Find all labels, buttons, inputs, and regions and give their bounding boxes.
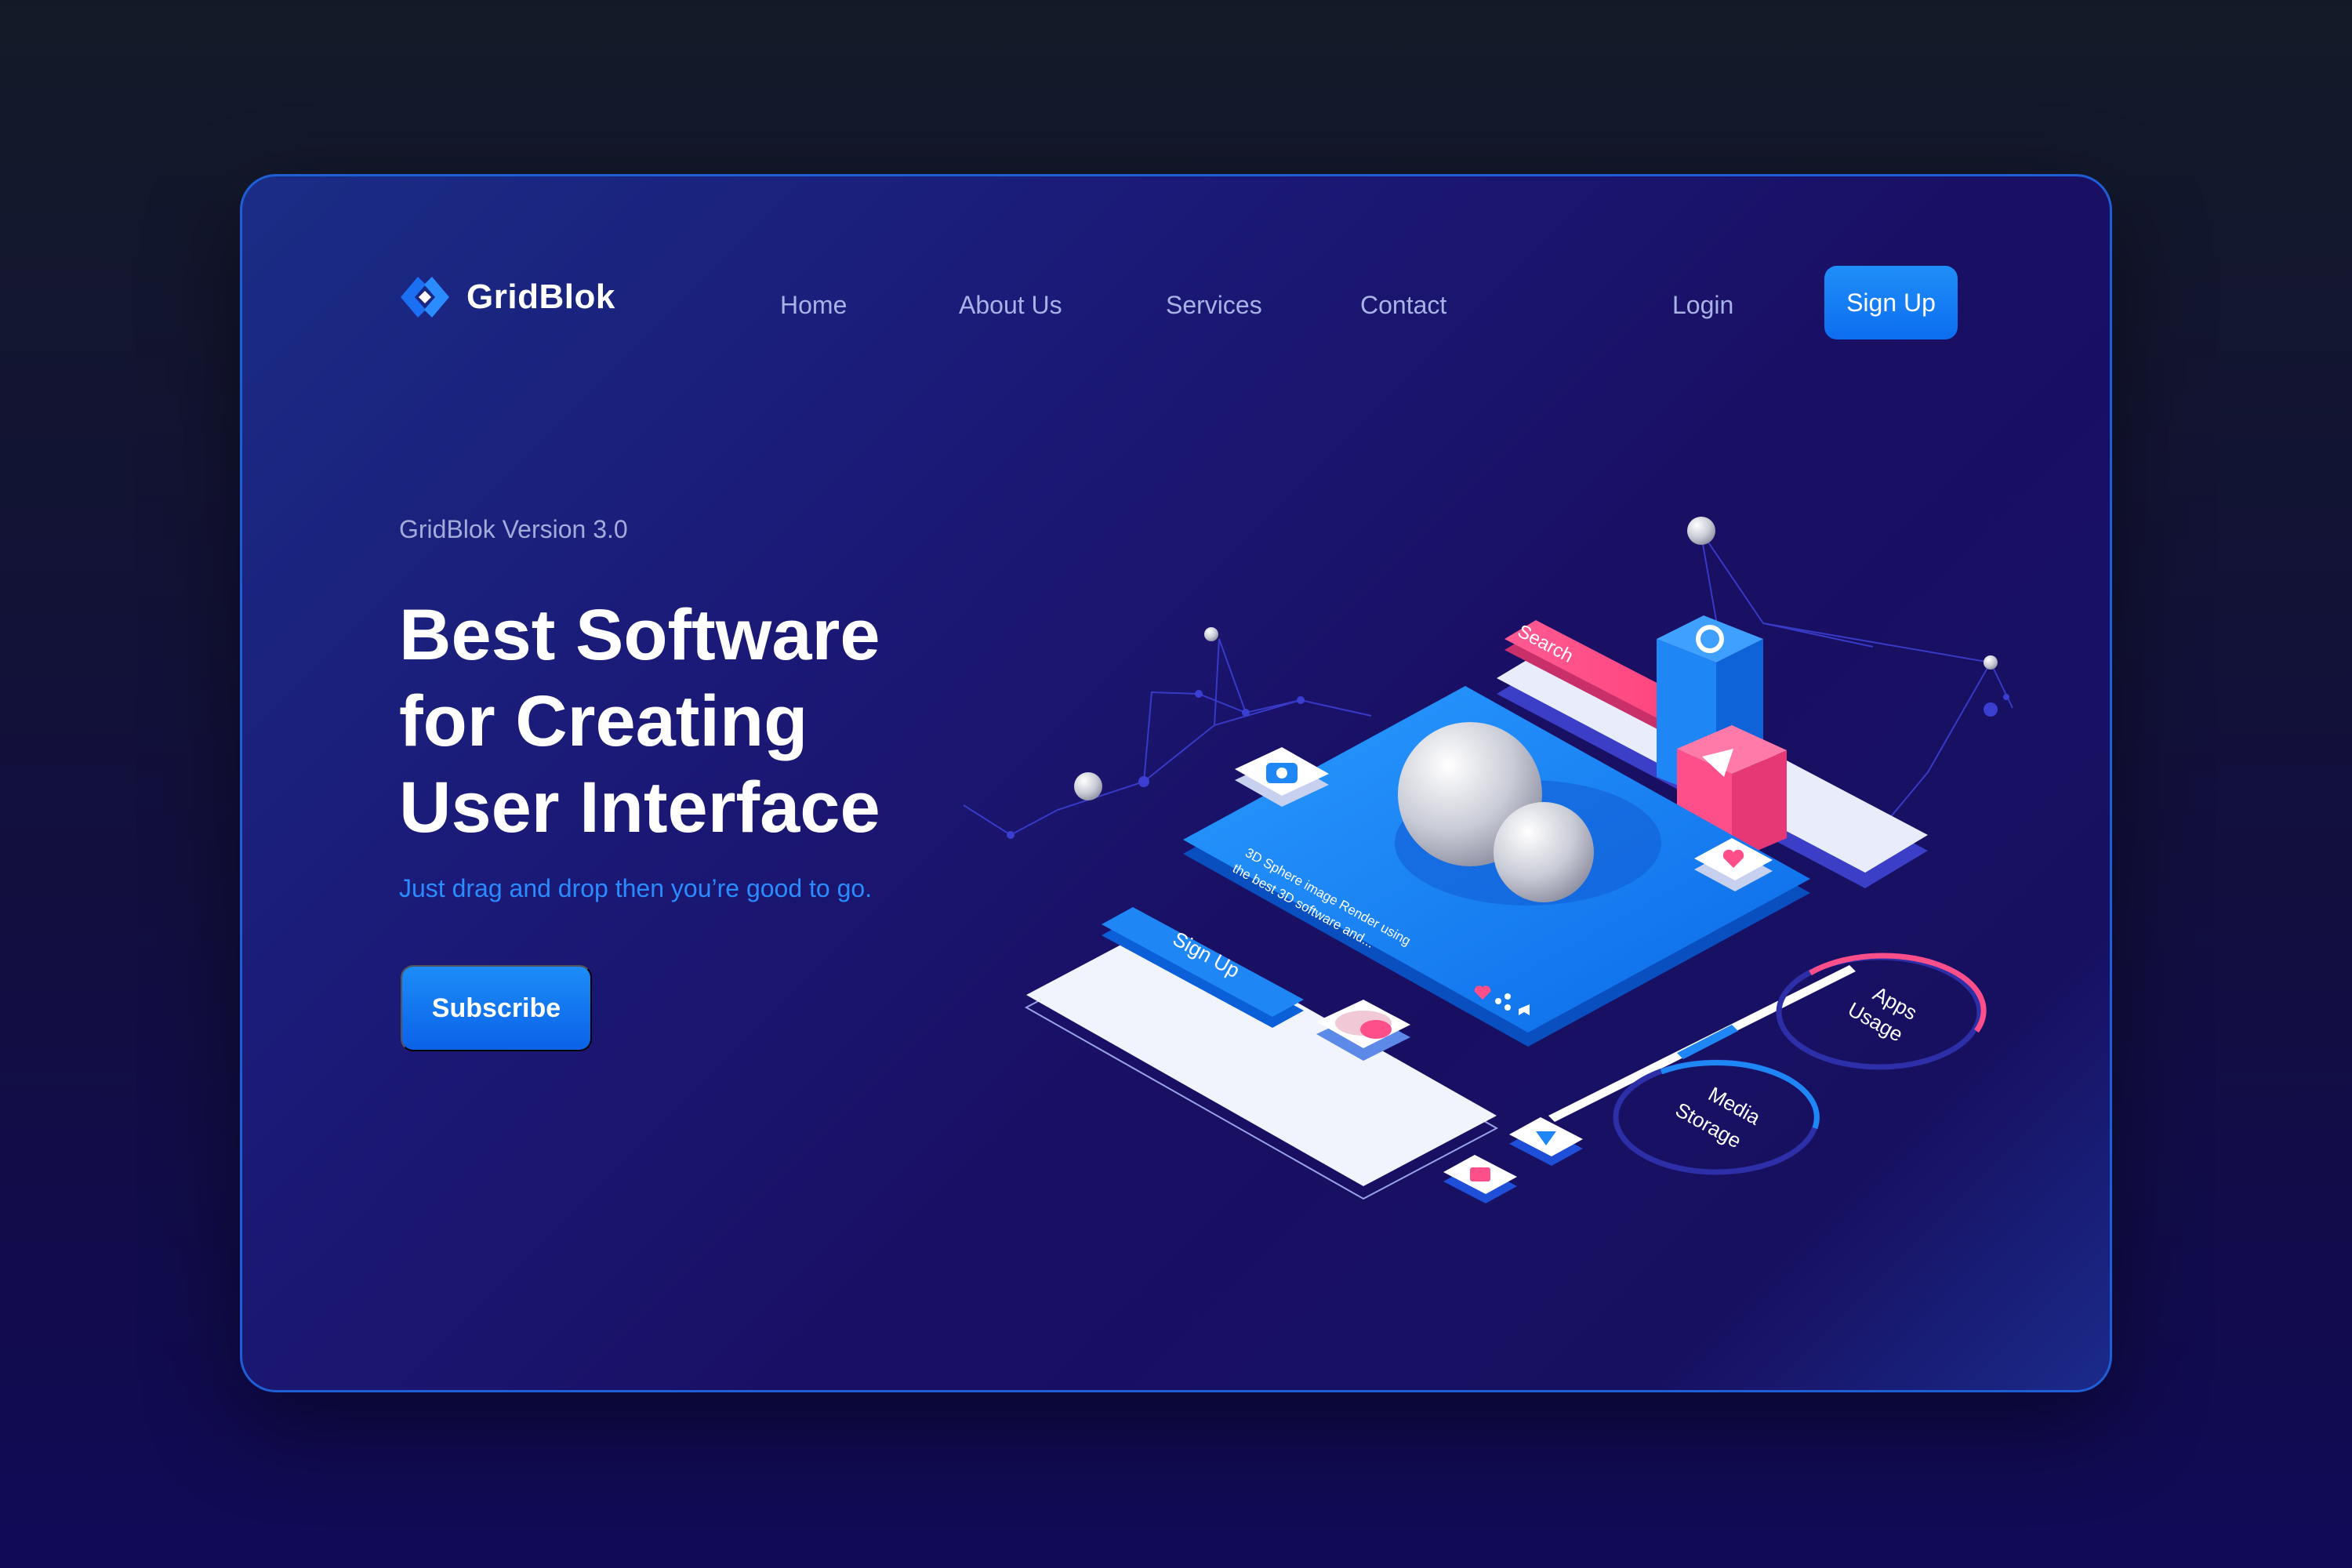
- floating-sphere: [1687, 517, 1715, 545]
- render-sphere-small: [1494, 802, 1594, 902]
- floating-sphere: [1984, 655, 1998, 670]
- apps-usage-ring: Apps Usage: [1776, 953, 1987, 1070]
- download-card[interactable]: [1509, 1117, 1583, 1166]
- floating-sphere: [1074, 772, 1102, 800]
- hero-card: GridBlok Home About Us Services Contact …: [240, 174, 2112, 1392]
- media-storage-ring: Media Storage: [1613, 1059, 1820, 1175]
- mail-icon: [1470, 1167, 1490, 1181]
- mail-card[interactable]: [1443, 1155, 1517, 1203]
- floating-sphere: [1204, 627, 1218, 641]
- isometric-illustration: Search 3D Sphere image Render using the …: [963, 517, 2013, 1203]
